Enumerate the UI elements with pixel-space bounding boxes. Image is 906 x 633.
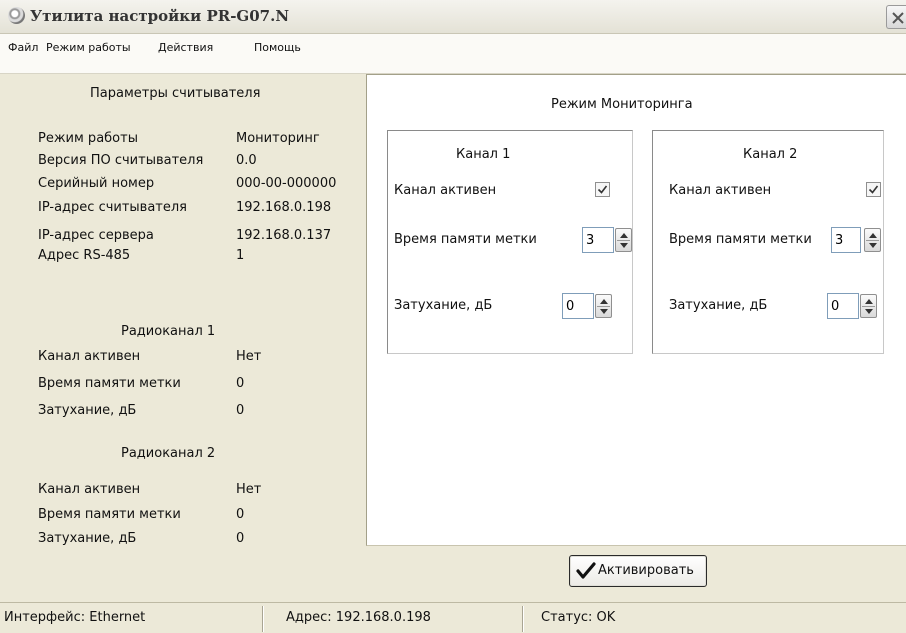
activate-button[interactable]: Активировать (569, 555, 707, 587)
menu-mode[interactable]: Режим работы (46, 41, 131, 54)
channel-1-atten-spinner[interactable] (595, 294, 612, 318)
radio2-value: 0 (236, 507, 245, 522)
channel-2-title: Канал 2 (743, 147, 798, 162)
arrow-down-icon (869, 243, 877, 248)
param-value: 0.0 (236, 153, 257, 168)
checkmark-icon (576, 562, 596, 579)
menu-bar: Файл Режим работы Действия Помощь (0, 34, 906, 74)
param-value: 192.168.0.137 (236, 228, 332, 243)
radio2-label: Затухание, дБ (38, 531, 137, 546)
arrow-up-icon (865, 299, 873, 304)
action-area: Активировать (366, 546, 906, 602)
close-icon (892, 12, 904, 24)
arrow-up-icon (869, 233, 877, 238)
channel-2-atten-spinner[interactable] (860, 294, 877, 318)
param-label: Режим работы (38, 131, 138, 146)
channel-1-title: Канал 1 (456, 147, 511, 162)
channel-2-group: Канал 2 Канал активен Время памяти метки… (652, 130, 884, 354)
param-value: Мониторинг (236, 131, 320, 146)
app-icon (8, 7, 25, 24)
param-label: Версия ПО считывателя (38, 153, 204, 168)
channel-2-memory-label: Время памяти метки (669, 232, 812, 247)
arrow-down-icon (600, 309, 608, 314)
radio1-value: Нет (236, 349, 262, 364)
param-label: IP-адрес сервера (38, 228, 154, 243)
channel-1-atten-label: Затухание, дБ (394, 298, 493, 313)
radio2-heading: Радиоканал 2 (121, 446, 216, 461)
status-address: Адрес: 192.168.0.198 (286, 610, 431, 625)
channel-1-memory-input[interactable] (582, 227, 614, 253)
radio2-label: Время памяти метки (38, 507, 181, 522)
param-label: IP-адрес считывателя (38, 200, 188, 215)
status-divider (262, 606, 264, 632)
window-title: Утилита настройки PR-G07.N (30, 7, 290, 25)
arrow-up-icon (620, 233, 628, 238)
param-label: Серийный номер (38, 176, 155, 191)
status-divider (522, 606, 524, 632)
param-value: 000-00-000000 (236, 176, 337, 191)
monitoring-panel: Режим Мониторинга Канал 1 Канал активен … (366, 74, 906, 546)
radio2-label: Канал активен (38, 482, 141, 497)
radio1-heading: Радиоканал 1 (121, 324, 216, 339)
reader-params-heading: Параметры считывателя (90, 86, 261, 101)
param-label: Адрес RS-485 (38, 248, 131, 263)
channel-1-memory-label: Время памяти метки (394, 232, 537, 247)
channel-1-active-checkbox[interactable] (595, 182, 610, 197)
channel-1-atten-input[interactable] (562, 293, 594, 319)
channel-2-active-checkbox[interactable] (866, 182, 881, 197)
arrow-down-icon (865, 309, 873, 314)
param-value: 1 (236, 248, 245, 263)
radio1-label: Канал активен (38, 349, 141, 364)
status-state: Статус: OK (541, 610, 616, 625)
status-bar: Интерфейс: Ethernet Адрес: 192.168.0.198… (0, 602, 906, 633)
close-button[interactable] (886, 5, 906, 29)
channel-2-atten-input[interactable] (827, 293, 859, 319)
activate-button-label: Активировать (598, 563, 694, 578)
radio1-label: Затухание, дБ (38, 403, 137, 418)
checkmark-icon (868, 185, 879, 194)
radio2-value: 0 (236, 531, 245, 546)
channel-1-memory-spinner[interactable] (615, 228, 632, 252)
reader-info-pane: Параметры считывателя Режим работы Монит… (0, 74, 366, 602)
channel-2-memory-spinner[interactable] (864, 228, 881, 252)
radio1-value: 0 (236, 403, 245, 418)
param-value: 192.168.0.198 (236, 200, 332, 215)
channel-2-atten-label: Затухание, дБ (669, 298, 768, 313)
arrow-down-icon (620, 243, 628, 248)
channel-2-memory-input[interactable] (831, 227, 861, 253)
menu-file[interactable]: Файл (8, 41, 38, 54)
arrow-up-icon (600, 299, 608, 304)
radio2-value: Нет (236, 482, 262, 497)
channel-2-active-label: Канал активен (669, 183, 772, 198)
radio1-value: 0 (236, 376, 245, 391)
checkmark-icon (597, 185, 608, 194)
status-interface: Интерфейс: Ethernet (4, 610, 146, 625)
radio1-label: Время памяти метки (38, 376, 181, 391)
title-bar: Утилита настройки PR-G07.N (0, 0, 906, 34)
monitoring-title: Режим Мониторинга (551, 97, 693, 112)
channel-1-active-label: Канал активен (394, 183, 497, 198)
menu-help[interactable]: Помощь (254, 41, 301, 54)
menu-actions[interactable]: Действия (158, 41, 213, 54)
channel-1-group: Канал 1 Канал активен Время памяти метки… (387, 130, 633, 354)
